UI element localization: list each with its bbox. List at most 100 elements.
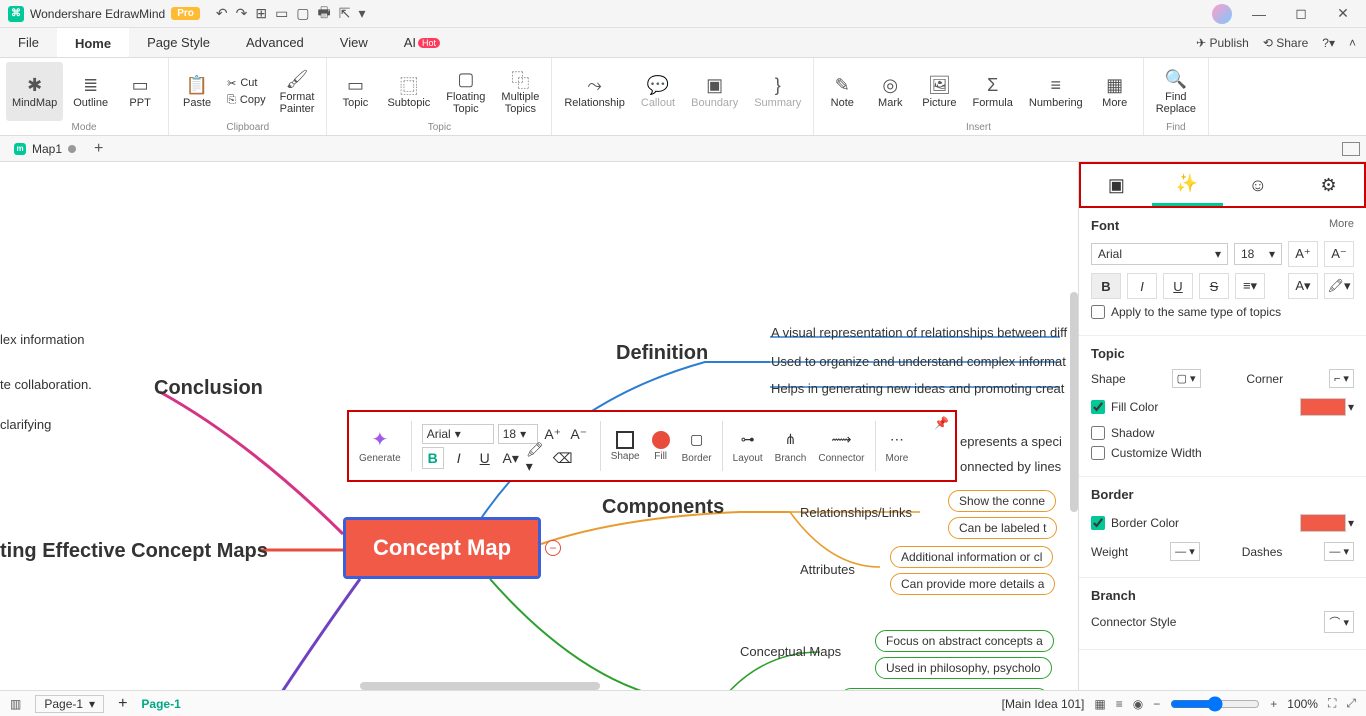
font-color-button[interactable]: A▾ bbox=[1288, 273, 1318, 299]
formula-button[interactable]: ΣFormula bbox=[967, 62, 1019, 121]
font-more-link[interactable]: More bbox=[1329, 218, 1354, 233]
weight-select[interactable]: — ▾ bbox=[1170, 542, 1200, 561]
qat-dropdown-icon[interactable]: ▾ bbox=[358, 5, 365, 22]
canvas[interactable]: Concept Map − Definition Components Type… bbox=[0, 162, 1078, 690]
open-icon[interactable]: ▭ bbox=[275, 5, 288, 22]
share-button[interactable]: ⟲ Share bbox=[1263, 36, 1308, 50]
underline-button[interactable]: U bbox=[474, 447, 496, 469]
view-focus-icon[interactable]: ◉ bbox=[1133, 697, 1143, 711]
help-button[interactable]: ?▾ bbox=[1322, 36, 1335, 50]
multiple-topics-button[interactable]: ⿻Multiple Topics bbox=[495, 62, 545, 121]
menu-home[interactable]: Home bbox=[57, 28, 129, 57]
font-family-select[interactable]: Arial▾ bbox=[1091, 243, 1228, 265]
connector-button[interactable]: Connector bbox=[818, 453, 864, 464]
save-icon[interactable]: ▢ bbox=[296, 5, 309, 22]
outline-button[interactable]: ≣Outline bbox=[67, 62, 114, 121]
panel-toggle-button[interactable] bbox=[1342, 142, 1360, 156]
comp-rel-leaf-2[interactable]: Can be labeled t bbox=[948, 517, 1057, 539]
font-select[interactable]: Arial ▾ bbox=[422, 424, 494, 444]
type-mm-leaf-1[interactable]: Focus on a central theme with bran bbox=[840, 688, 1049, 690]
con-leaf-3[interactable]: clarifying bbox=[0, 417, 51, 432]
apply-same-type-checkbox[interactable]: Apply to the same type of topics bbox=[1091, 305, 1354, 319]
menu-view[interactable]: View bbox=[322, 28, 386, 57]
fill-button[interactable]: Fill bbox=[654, 451, 667, 462]
pin-icon[interactable]: 📌 bbox=[934, 416, 949, 430]
redo-icon[interactable]: ↷ bbox=[236, 5, 248, 22]
clear-format-button[interactable]: ⌫ bbox=[552, 447, 574, 469]
copy-button[interactable]: ⎘ Copy bbox=[223, 93, 270, 108]
mark-button[interactable]: ◎Mark bbox=[868, 62, 912, 121]
relationship-button[interactable]: ⤳Relationship bbox=[558, 62, 631, 121]
more-insert-button[interactable]: ▦More bbox=[1093, 62, 1137, 121]
paste-button[interactable]: 📋Paste bbox=[175, 62, 219, 121]
note-button[interactable]: ✎Note bbox=[820, 62, 864, 121]
horizontal-scrollbar[interactable] bbox=[360, 682, 600, 690]
comp-leaf-a2[interactable]: onnected by lines bbox=[960, 459, 1061, 474]
fit-screen-button[interactable]: ⛶ bbox=[1328, 696, 1336, 711]
active-page-tab[interactable]: Page-1 bbox=[141, 697, 180, 711]
type-cm-leaf-2[interactable]: Used in philosophy, psycholo bbox=[875, 657, 1052, 679]
highlight-button[interactable]: 🖍▾ bbox=[526, 447, 548, 469]
collapse-node-button[interactable]: − bbox=[545, 540, 561, 556]
border-color-checkbox[interactable]: Border Color bbox=[1091, 516, 1179, 530]
increase-font-button[interactable]: A⁺ bbox=[1288, 241, 1318, 267]
shape-select[interactable]: ▢ ▾ bbox=[1172, 369, 1201, 388]
con-leaf-1[interactable]: lex information bbox=[0, 332, 85, 347]
border-button[interactable]: Border bbox=[682, 453, 712, 464]
fullscreen-button[interactable]: ⤢ bbox=[1346, 696, 1356, 711]
close-button[interactable]: ✕ bbox=[1328, 5, 1358, 22]
print-icon[interactable]: 🖶 bbox=[318, 2, 331, 26]
italic-button[interactable]: I bbox=[1127, 273, 1157, 299]
branch-conclusion[interactable]: Conclusion bbox=[154, 377, 263, 400]
page-select[interactable]: Page-1▾ bbox=[35, 695, 104, 713]
italic-button[interactable]: I bbox=[448, 447, 470, 469]
menu-page-style[interactable]: Page Style bbox=[129, 28, 228, 57]
type-conceptual[interactable]: Conceptual Maps bbox=[740, 644, 841, 659]
new-icon[interactable]: ⊞ bbox=[255, 5, 267, 22]
panel-tab-settings[interactable]: ⚙ bbox=[1293, 164, 1364, 206]
decrease-font-button[interactable]: A⁻ bbox=[1324, 241, 1354, 267]
underline-button[interactable]: U bbox=[1163, 273, 1193, 299]
export-icon[interactable]: ⇱ bbox=[339, 5, 351, 22]
bold-button[interactable]: B bbox=[1091, 273, 1121, 299]
view-grid-icon[interactable]: ▦ bbox=[1094, 697, 1105, 711]
floating-topic-button[interactable]: ▢Floating Topic bbox=[440, 62, 491, 121]
bold-button[interactable]: B bbox=[422, 447, 444, 469]
zoom-out-button[interactable]: − bbox=[1153, 697, 1160, 711]
maximize-button[interactable]: ◻ bbox=[1286, 5, 1316, 22]
font-color-button[interactable]: A▾ bbox=[500, 447, 522, 469]
font-size-select[interactable]: 18▾ bbox=[1234, 243, 1282, 265]
add-tab-button[interactable]: + bbox=[94, 140, 103, 158]
def-leaf-1[interactable]: A visual representation of relationships… bbox=[771, 325, 1067, 340]
collapse-ribbon-button[interactable]: ˄ bbox=[1349, 36, 1356, 50]
highlight-button[interactable]: 🖍▾ bbox=[1324, 273, 1354, 299]
topic-button[interactable]: ▭Topic bbox=[333, 62, 377, 121]
branch-button[interactable]: Branch bbox=[775, 453, 807, 464]
callout-button[interactable]: 💬Callout bbox=[635, 62, 681, 121]
align-button[interactable]: ≡▾ bbox=[1235, 273, 1265, 299]
border-color-swatch[interactable] bbox=[1300, 514, 1346, 532]
doc-tab-map1[interactable]: m Map1 bbox=[6, 140, 84, 158]
panel-tab-style[interactable]: ▣ bbox=[1081, 164, 1152, 206]
format-painter-button[interactable]: 🖌Format Painter bbox=[274, 62, 321, 121]
def-leaf-2[interactable]: Used to organize and understand complex … bbox=[771, 354, 1066, 369]
def-leaf-3[interactable]: Helps in generating new ideas and promot… bbox=[771, 381, 1064, 396]
zoom-in-button[interactable]: + bbox=[1270, 697, 1277, 711]
shape-button[interactable]: Shape bbox=[611, 451, 640, 462]
con-leaf-2[interactable]: te collaboration. bbox=[0, 377, 92, 392]
center-topic[interactable]: Concept Map bbox=[343, 517, 541, 579]
undo-icon[interactable]: ↶ bbox=[216, 5, 228, 22]
zoom-slider[interactable] bbox=[1170, 696, 1260, 712]
panel-tab-mark[interactable]: ☺ bbox=[1223, 164, 1294, 206]
vertical-scrollbar[interactable] bbox=[1070, 292, 1078, 512]
picture-button[interactable]: 🖼Picture bbox=[916, 62, 962, 121]
custom-width-checkbox[interactable]: Customize Width bbox=[1091, 446, 1354, 460]
connector-style-select[interactable]: ⌒ ▾ bbox=[1324, 611, 1354, 633]
generate-button[interactable]: Generate bbox=[359, 453, 401, 464]
boundary-button[interactable]: ▣Boundary bbox=[685, 62, 744, 121]
layout-button[interactable]: Layout bbox=[733, 453, 763, 464]
menu-ai[interactable]: AIHot bbox=[386, 28, 458, 57]
mindmap-button[interactable]: ✱MindMap bbox=[6, 62, 63, 121]
type-cm-leaf-1[interactable]: Focus on abstract concepts a bbox=[875, 630, 1054, 652]
corner-select[interactable]: ⌐ ▾ bbox=[1329, 369, 1354, 388]
